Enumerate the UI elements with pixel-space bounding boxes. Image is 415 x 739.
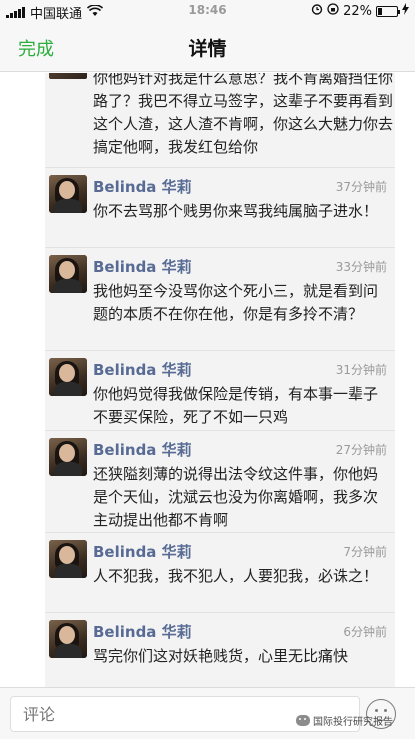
comment-time: 27分钟前: [335, 443, 387, 457]
top-comment: 你他妈针对我是什么意思？我不肯离婚挡住你路了？我巴不得立马签字，这辈子不要再看到…: [45, 73, 395, 167]
commenter-name[interactable]: Belinda 华莉: [93, 541, 192, 562]
commenter-name[interactable]: Belinda 华莉: [93, 256, 192, 277]
comment-item: Belinda 华莉 37分钟前 你不去骂那个贱男你来骂我纯属脑子进水！: [45, 167, 395, 247]
commenter-name[interactable]: Belinda 华莉: [93, 621, 192, 642]
comment-time: 37分钟前: [335, 180, 387, 194]
comment-text: 骂完你们这对妖艳贱货，心里无比痛快: [93, 647, 349, 665]
avatar[interactable]: [49, 175, 87, 213]
comment-time: 6分钟前: [343, 625, 387, 639]
comment-text: 还狭隘刻薄的说得出法令纹这件事，你他妈是个天仙，沈斌云也没为你离婚啊，我多次主动…: [93, 465, 379, 529]
avatar[interactable]: [49, 620, 87, 658]
comment-text: 人不犯我，我不犯人，人要犯我，必诛之！: [93, 567, 379, 585]
charging-icon: [402, 3, 409, 19]
battery-icon: [376, 5, 400, 17]
battery-fill: [378, 7, 382, 15]
avatar[interactable]: [49, 540, 87, 578]
orientation-lock-icon: [327, 3, 339, 19]
nav-bar: 完成 详情: [0, 22, 415, 72]
comment-text: 你他妈针对我是什么意思？我不肯离婚挡住你路了？我巴不得立马签字，这辈子不要再看到…: [93, 73, 394, 156]
comment-item: Belinda 华莉 7分钟前 人不犯我，我不犯人，人要犯我，必诛之！: [45, 532, 395, 612]
comment-time: 33分钟前: [335, 260, 387, 274]
page-title: 详情: [188, 38, 227, 60]
comment-time: 31分钟前: [335, 363, 387, 377]
avatar[interactable]: [49, 358, 87, 396]
wechat-icon: [296, 715, 310, 726]
commenter-name[interactable]: Belinda 华莉: [93, 359, 192, 380]
commenter-name[interactable]: Belinda 华莉: [93, 176, 192, 197]
comment-item: Belinda 华莉 31分钟前 你他妈觉得我做保险是传销，有本事一辈子不要买保…: [45, 350, 395, 430]
comment-item: Belinda 华莉 33分钟前 我他妈至今没骂你这个死小三，就是看到问题的本质…: [45, 247, 395, 350]
avatar[interactable]: [49, 255, 87, 293]
comment-item: Belinda 华莉 6分钟前 骂完你们这对妖艳贱货，心里无比痛快: [45, 612, 395, 687]
comment-item: Belinda 华莉 27分钟前 还狭隘刻薄的说得出法令纹这件事，你他妈是个天仙…: [45, 430, 395, 532]
commenter-name[interactable]: Belinda 华莉: [93, 439, 192, 460]
battery-percent: 22%: [343, 3, 372, 19]
status-right: 22%: [311, 3, 409, 19]
avatar: [49, 73, 87, 79]
avatar[interactable]: [49, 438, 87, 476]
comment-bar: 国际投行研究报告: [0, 687, 415, 739]
watermark-text: 国际投行研究报告: [313, 717, 393, 728]
comment-list[interactable]: 你他妈针对我是什么意思？我不肯离婚挡住你路了？我巴不得立马签字，这辈子不要再看到…: [0, 73, 415, 687]
comment-text: 我他妈至今没骂你这个死小三，就是看到问题的本质不在你在他，你是有多拎不清？: [93, 282, 379, 323]
watermark: 国际投行研究报告: [296, 713, 393, 728]
comment-text: 你他妈觉得我做保险是传销，有本事一辈子不要买保险，死了不如一只鸡: [93, 385, 379, 426]
comment-time: 7分钟前: [343, 545, 387, 559]
status-bar: 中国联通 18:46 22%: [0, 0, 415, 22]
comment-text: 你不去骂那个贱男你来骂我纯属脑子进水！: [93, 202, 379, 220]
alarm-icon: [311, 3, 323, 19]
